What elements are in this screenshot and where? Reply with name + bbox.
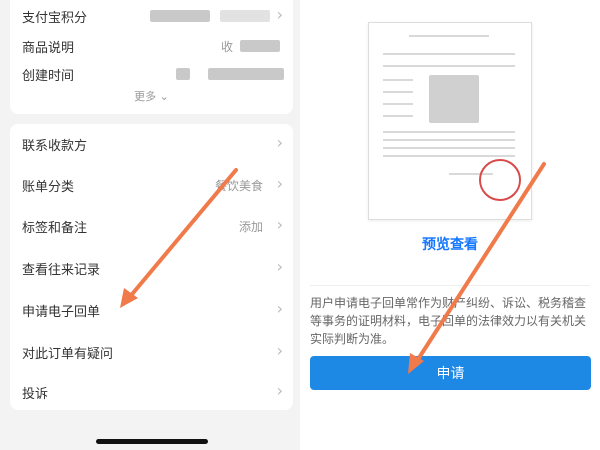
row-bill-category[interactable]: 账单分类 餐饮美食 › <box>10 165 293 205</box>
redacted-block <box>429 75 479 123</box>
redacted-value <box>208 68 284 80</box>
doc-line <box>383 91 413 93</box>
redacted-value <box>220 10 270 22</box>
chevron-right-icon: › <box>276 341 283 360</box>
row-label: 账单分类 <box>22 180 75 195</box>
row-label: 查看往来记录 <box>22 263 101 278</box>
more-toggle[interactable]: 更多 ⌄ <box>10 88 293 104</box>
doc-line <box>383 115 413 117</box>
doc-line <box>383 147 515 149</box>
doc-line <box>383 103 413 105</box>
receipt-preview-image[interactable] <box>368 22 532 220</box>
redacted-value <box>150 10 210 22</box>
chevron-right-icon: › <box>276 133 283 152</box>
redacted-value <box>240 40 280 52</box>
chevron-right-icon: › <box>276 381 283 400</box>
row-value: 收 <box>220 40 233 54</box>
row-label: 对此订单有疑问 <box>22 347 114 362</box>
doc-line <box>383 65 515 67</box>
redacted-value <box>176 68 190 80</box>
doc-line <box>383 139 515 141</box>
e-receipt-panel: 预览查看 用户申请电子回单常作为财产纠纷、诉讼、税务稽查等事务的证明材料，电子回… <box>300 0 600 450</box>
chevron-down-icon: ⌄ <box>159 90 169 103</box>
doc-line <box>383 155 515 157</box>
row-order-question[interactable]: 对此订单有疑问 › <box>10 332 293 372</box>
row-history[interactable]: 查看往来记录 › <box>10 248 293 288</box>
red-seal-icon <box>479 159 521 201</box>
row-value: 餐饮美食 <box>214 179 263 193</box>
bill-detail-panel: 支付宝积分 › 商品说明 收 创建时间 更多 ⌄ 联系收款方 › 账单分类 餐饮… <box>0 0 300 450</box>
chevron-right-icon: › <box>276 5 283 24</box>
row-complaint[interactable]: 投诉 › <box>10 372 293 412</box>
doc-line <box>383 53 515 55</box>
chevron-right-icon: › <box>276 174 283 193</box>
actions-card: 联系收款方 › 账单分类 餐饮美食 › 标签和备注 添加 › 查看往来记录 › … <box>10 124 293 410</box>
bill-info-card: 支付宝积分 › 商品说明 收 创建时间 更多 ⌄ <box>10 0 293 114</box>
apply-button[interactable]: 申请 <box>310 356 591 390</box>
row-value: 添加 <box>238 220 263 234</box>
row-apply-e-receipt[interactable]: 申请电子回单 › <box>10 290 293 330</box>
chevron-right-icon: › <box>276 257 283 276</box>
row-label: 创建时间 <box>22 69 75 84</box>
row-tags-notes[interactable]: 标签和备注 添加 › <box>10 206 293 246</box>
row-label: 支付宝积分 <box>22 11 88 26</box>
home-indicator <box>96 439 208 444</box>
doc-line <box>383 79 413 81</box>
doc-line <box>409 35 489 37</box>
chevron-right-icon: › <box>276 215 283 234</box>
row-label: 联系收款方 <box>22 139 88 154</box>
divider <box>310 285 590 286</box>
more-label: 更多 <box>134 90 157 103</box>
doc-line <box>383 131 515 133</box>
receipt-description: 用户申请电子回单常作为财产纠纷、诉讼、税务稽查等事务的证明材料，电子回单的法律效… <box>310 296 587 346</box>
row-contact-payee[interactable]: 联系收款方 › <box>10 124 293 164</box>
row-label: 申请电子回单 <box>22 305 101 320</box>
chevron-right-icon: › <box>276 299 283 318</box>
row-label: 投诉 <box>22 387 49 402</box>
preview-link[interactable]: 预览查看 <box>300 234 600 254</box>
row-label: 标签和备注 <box>22 221 88 236</box>
